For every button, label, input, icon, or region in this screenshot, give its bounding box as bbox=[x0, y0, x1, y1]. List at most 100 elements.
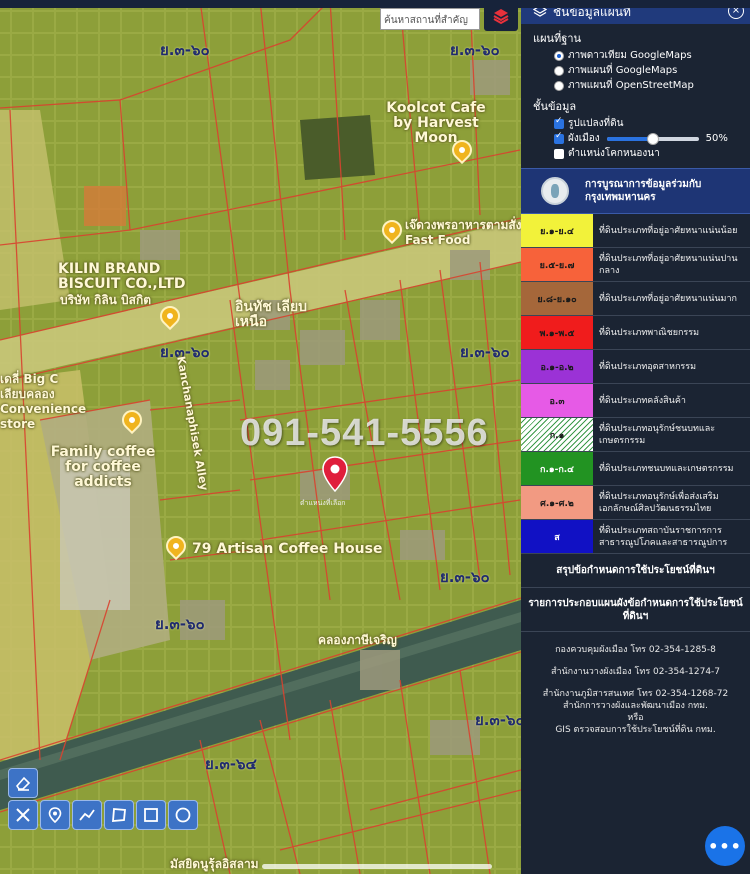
more-options-button[interactable]: ••• bbox=[705, 826, 745, 866]
location-marker-icon[interactable] bbox=[322, 456, 348, 492]
legend-swatch: ย.๘-ย.๑๐ bbox=[521, 282, 593, 315]
basemap-label: ภาพดาวเทียม GoogleMaps bbox=[568, 50, 692, 61]
contact-line: GIS ตรวจสอบการใช้ประโยชน์ที่ดิน กทม. bbox=[555, 725, 716, 735]
details-link[interactable]: รายการประกอบแผนผังข้อกำหนดการใช้ประโยชน์… bbox=[521, 588, 750, 632]
legend-swatch: ก.๑ bbox=[521, 418, 593, 451]
clear-icon bbox=[16, 808, 30, 822]
radio-selected[interactable] bbox=[554, 50, 564, 61]
place-search-input[interactable]: ค้นหาสถานที่สำคัญ bbox=[380, 8, 480, 30]
basemap-option[interactable]: ภาพแผนที่ GoogleMaps bbox=[521, 62, 750, 77]
pin-icon bbox=[48, 807, 62, 824]
radio[interactable] bbox=[554, 65, 564, 76]
polyline-tool-button[interactable] bbox=[72, 800, 102, 830]
poi-label[interactable]: อินทัช เลียบเหนือ bbox=[235, 300, 315, 330]
poi-label[interactable]: เจ๊ดวงพรอาหารตามสั่ง Fast Food bbox=[405, 218, 521, 248]
legend-description: ที่ดินประเภทที่อยู่อาศัยหนาแน่นน้อย bbox=[599, 225, 738, 236]
basemap-label: ภาพแผนที่ OpenStreetMap bbox=[568, 80, 694, 91]
layers-icon bbox=[493, 9, 509, 25]
slider-handle[interactable] bbox=[646, 132, 659, 145]
marker-tool-button[interactable] bbox=[40, 800, 70, 830]
opacity-value: 50% bbox=[705, 133, 728, 144]
legend-row: ย.๕-ย.๗ ที่ดินประเภทที่อยู่อาศัยหนาแน่นปา… bbox=[521, 248, 750, 282]
zone-label: ย.๓-๖๔ bbox=[205, 755, 257, 773]
contact-line: หรือ bbox=[627, 713, 644, 723]
slider-fill bbox=[606, 136, 653, 141]
legend-swatch: ส bbox=[521, 520, 593, 553]
legend-row: ย.๘-ย.๑๐ ที่ดินประเภทที่อยู่อาศัยหนาแน่นม… bbox=[521, 282, 750, 316]
layer-option[interactable]: ตำแหน่งโคกหนองนา bbox=[521, 145, 750, 160]
poi-label[interactable]: Koolcot Cafe by Harvest Moon bbox=[376, 101, 496, 146]
zone-label: ย.๓-๖๐ bbox=[440, 568, 490, 586]
legend-description: ที่ดินประเภทอนุรักษ์ชนบทและเกษตรกรรม bbox=[599, 423, 716, 446]
legend-description: ที่ดินประเภทคลังสินค้า bbox=[599, 395, 686, 406]
legend-row: ก.๑-ก.๔ ที่ดินประเภทชนบทและเกษตรกรรม bbox=[521, 452, 750, 486]
phone-watermark: 091-541-5556 bbox=[240, 412, 489, 454]
layer-panel: ชั้นข้อมูลแผนที่ × แผนที่ฐาน ภาพดาวเทียม… bbox=[521, 0, 750, 874]
contact-line: กองควบคุมผังเมือง โทร 02-354-1285-8 bbox=[555, 645, 716, 655]
circle-icon bbox=[175, 807, 191, 823]
zone-label: ย.๓-๖๐ bbox=[155, 615, 205, 633]
checkbox-checked[interactable] bbox=[554, 131, 564, 144]
map-scrollbar[interactable] bbox=[262, 864, 492, 869]
polygon-tool-button[interactable] bbox=[104, 800, 134, 830]
legend-row: ศ.๑-ศ.๒ ที่ดินประเภทอนุรักษ์เพื่อส่งเสริม… bbox=[521, 486, 750, 520]
legend-swatch: ศ.๑-ศ.๒ bbox=[521, 486, 593, 519]
polygon-icon bbox=[112, 808, 126, 822]
eraser-icon bbox=[15, 776, 31, 791]
contact-line: สำนักงานภูมิสารสนเทศ โทร 02-354-1268-72 bbox=[542, 689, 729, 699]
poi-label[interactable]: เดลี่ Big C เลียบคลอง Convenience store bbox=[0, 372, 90, 432]
legend-description: ที่ดินประเภทที่อยู่อาศัยหนาแน่นมาก bbox=[599, 293, 737, 304]
zone-label: ย.๓-๖๐ bbox=[450, 41, 500, 59]
checkbox[interactable] bbox=[554, 148, 564, 159]
legend-swatch: ย.๑-ย.๔ bbox=[521, 214, 593, 247]
poi-label[interactable]: 79 Artisan Coffee House bbox=[192, 542, 382, 557]
map-view[interactable]: ย.๓-๖๐ ย.๓-๖๐ ย.๓-๖๐ ย.๓-๖๐ ย.๓-๖๐ ย.๓-๖… bbox=[0, 0, 521, 874]
polyline-icon bbox=[79, 809, 95, 821]
legend-description: ที่ดินประเภทอุตสาหกรรม bbox=[599, 361, 697, 372]
clear-tool-button[interactable] bbox=[8, 800, 38, 830]
legend-swatch: ก.๑-ก.๔ bbox=[521, 452, 593, 485]
layer-option[interactable]: รูปแปลงที่ดิน bbox=[521, 115, 750, 130]
circle-tool-button[interactable] bbox=[168, 800, 198, 830]
summary-link[interactable]: สรุปข้อกำหนดการใช้ประโยชน์ที่ดินฯ bbox=[521, 554, 750, 588]
legend-row: ก.๑ ที่ดินประเภทอนุรักษ์ชนบทและเกษตรกรรม bbox=[521, 418, 750, 452]
zone-label: ย.๓-๖๐ bbox=[160, 41, 210, 59]
contact-line: สำนักงานวางผังเมือง โทร 02-354-1274-7 bbox=[550, 667, 721, 677]
layer-option[interactable]: ผังเมือง 50% bbox=[521, 130, 750, 145]
radio[interactable] bbox=[554, 80, 564, 91]
poi-label[interactable]: Family coffee for coffee addicts bbox=[38, 445, 168, 490]
basemap-option[interactable]: ภาพแผนที่ OpenStreetMap bbox=[521, 77, 750, 92]
checkbox-checked[interactable] bbox=[554, 116, 564, 129]
legend-row: พ.๑-พ.๕ ที่ดินประเภทพาณิชยกรรม bbox=[521, 316, 750, 350]
zoning-legend: ย.๑-ย.๔ ที่ดินประเภทที่อยู่อาศัยหนาแน่นน้… bbox=[521, 214, 750, 554]
eraser-tool-button[interactable] bbox=[8, 768, 38, 798]
poi-label[interactable]: มัสยิดนูรุ้ลอิสลาม bbox=[170, 857, 259, 872]
bma-text: การบูรณาการข้อมูลร่วมกับ กรุงเทพมหานคร bbox=[585, 179, 702, 203]
legend-description: ที่ดินประเภทชนบทและเกษตรกรรม bbox=[599, 463, 734, 474]
poi-label[interactable]: KILIN BRAND BISCUIT CO.,LTD bbox=[58, 262, 188, 292]
contact-line: สำนักการวางผังและพัฒนาเมือง กทม. bbox=[563, 701, 708, 711]
legend-description: ที่ดินประเภทอนุรักษ์เพื่อส่งเสริมเอกลักษ… bbox=[599, 491, 719, 514]
layers-title: ชั้นข้อมูล bbox=[533, 100, 577, 113]
legend-swatch: อ.๓ bbox=[521, 384, 593, 417]
basemap-label: ภาพแผนที่ GoogleMaps bbox=[568, 65, 678, 76]
poi-label[interactable]: บริษัท กิลิน บิสกิต bbox=[60, 293, 151, 308]
contact-info: กองควบคุมผังเมือง โทร 02-354-1285-8 สำนัก… bbox=[521, 632, 750, 736]
layer-label: ตำแหน่งโคกหนองนา bbox=[568, 148, 660, 159]
opacity-slider[interactable] bbox=[606, 132, 699, 145]
bma-seal-icon bbox=[541, 177, 569, 205]
legend-row: อ.๓ ที่ดินประเภทคลังสินค้า bbox=[521, 384, 750, 418]
layer-toggle-button[interactable] bbox=[484, 1, 518, 31]
legend-swatch: อ.๑-อ.๒ bbox=[521, 350, 593, 383]
legend-swatch: พ.๑-พ.๕ bbox=[521, 316, 593, 349]
top-bar bbox=[0, 0, 750, 8]
basemap-title: แผนที่ฐาน bbox=[533, 32, 582, 45]
basemap-option[interactable]: ภาพดาวเทียม GoogleMaps bbox=[521, 47, 750, 62]
bma-integration-banner[interactable]: การบูรณาการข้อมูลร่วมกับ กรุงเทพมหานคร bbox=[521, 168, 750, 214]
legend-description: ที่ดินประเภทพาณิชยกรรม bbox=[599, 327, 700, 338]
legend-swatch: ย.๕-ย.๗ bbox=[521, 248, 593, 281]
legend-description: ที่ดินประเภทสถาบันราชการการสาธารณูปโภคแล… bbox=[599, 525, 728, 548]
rectangle-icon bbox=[144, 808, 158, 822]
rectangle-tool-button[interactable] bbox=[136, 800, 166, 830]
canal-label: คลองภาษีเจริญ bbox=[318, 633, 397, 647]
